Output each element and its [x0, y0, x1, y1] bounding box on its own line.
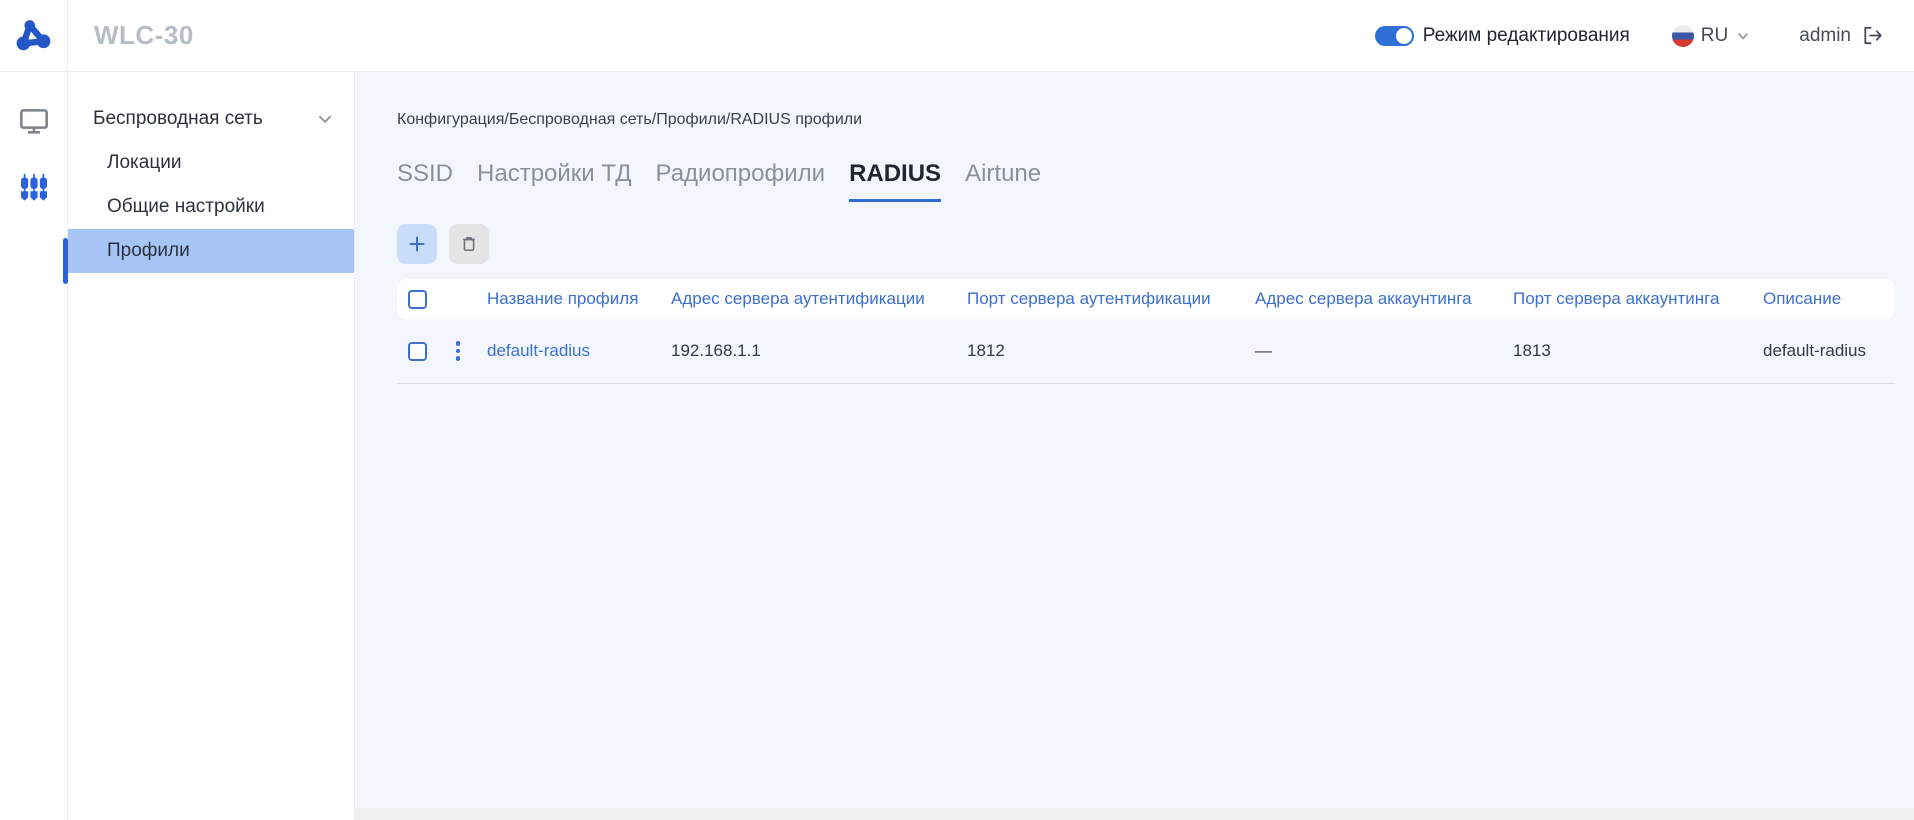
column-header-name: Название профиля	[487, 289, 671, 309]
app-title: WLC-30	[94, 20, 194, 51]
language-selector[interactable]: RU	[1672, 25, 1751, 47]
monitor-icon	[18, 105, 50, 137]
toggle-knob	[1394, 26, 1414, 46]
breadcrumb: Конфигурация/Беспроводная сеть/Профили/R…	[397, 111, 1895, 129]
topbar-right: Режим редактирования RU admin	[1375, 24, 1914, 47]
sidebar-item-label: Локации	[107, 152, 181, 174]
monitoring-nav-button[interactable]	[15, 102, 53, 140]
flag-ru-icon	[1672, 25, 1694, 47]
row-checkbox[interactable]	[408, 342, 427, 361]
tab-ssid[interactable]: SSID	[397, 160, 453, 202]
column-header-acct-port: Порт сервера аккаунтинга	[1513, 289, 1763, 309]
auth-port-cell: 1812	[967, 341, 1255, 361]
chevron-down-icon	[316, 110, 334, 128]
sidebar: Беспроводная сеть Локации Общие настройк…	[68, 72, 355, 820]
content-area: Конфигурация/Беспроводная сеть/Профили/R…	[355, 72, 1914, 808]
tab-radio-profiles[interactable]: Радиопрофили	[655, 160, 825, 202]
description-cell: default-radius	[1763, 341, 1895, 361]
sidebar-item-label: Общие настройки	[107, 196, 265, 218]
sidebar-section-wireless-network[interactable]: Беспроводная сеть	[68, 97, 354, 141]
active-section-indicator	[63, 238, 68, 284]
tab-bar: SSID Настройки ТД Радиопрофили RADIUS Ai…	[397, 160, 1895, 202]
sidebar-item-general-settings[interactable]: Общие настройки	[68, 185, 354, 229]
edit-mode-label: Режим редактирования	[1423, 25, 1630, 47]
tab-radius[interactable]: RADIUS	[849, 160, 941, 202]
auth-address-cell: 192.168.1.1	[671, 341, 967, 361]
sidebar-section-label: Беспроводная сеть	[93, 108, 263, 130]
sidebar-item-profiles[interactable]: Профили	[68, 229, 354, 273]
username: admin	[1799, 25, 1851, 47]
table-toolbar	[397, 224, 1895, 264]
icon-rail	[0, 72, 68, 820]
column-header-description: Описание	[1763, 289, 1895, 309]
table-header-row: Название профиля Адрес сервера аутентифи…	[397, 279, 1895, 319]
edit-mode-toggle[interactable]	[1375, 26, 1413, 46]
radius-profiles-table: Название профиля Адрес сервера аутентифи…	[397, 279, 1895, 384]
acct-address-cell: —	[1255, 341, 1513, 361]
acct-port-cell: 1813	[1513, 341, 1763, 361]
tab-airtune[interactable]: Airtune	[965, 160, 1041, 202]
column-header-acct-address: Адрес сервера аккаунтинга	[1255, 289, 1513, 309]
delete-profile-button[interactable]	[449, 224, 489, 264]
language-code: RU	[1701, 25, 1728, 47]
logo-molecule-icon	[15, 17, 53, 55]
add-profile-button[interactable]	[397, 224, 437, 264]
configuration-nav-button[interactable]	[15, 168, 53, 206]
plus-icon	[407, 234, 427, 254]
select-all-checkbox[interactable]	[408, 290, 427, 309]
sidebar-item-label: Профили	[107, 240, 190, 262]
column-header-auth-port: Порт сервера аутентификации	[967, 289, 1255, 309]
horizontal-scrollbar[interactable]	[355, 808, 1914, 820]
logout-icon[interactable]	[1861, 24, 1884, 47]
profile-name-link[interactable]: default-radius	[487, 341, 671, 361]
sliders-icon	[18, 171, 50, 203]
row-actions-kebab-icon[interactable]	[449, 337, 467, 365]
app-logo	[0, 0, 68, 72]
table-row: default-radius 192.168.1.1 1812 — 1813 d…	[397, 319, 1895, 384]
app-window: WLC-30 Режим редактирования RU admin	[0, 0, 1914, 820]
trash-icon	[459, 234, 479, 254]
sidebar-item-locations[interactable]: Локации	[68, 141, 354, 185]
edit-mode-group: Режим редактирования	[1375, 25, 1630, 47]
tab-ap-settings[interactable]: Настройки ТД	[477, 160, 631, 202]
column-header-auth-address: Адрес сервера аутентификации	[671, 289, 967, 309]
chevron-down-icon	[1735, 28, 1751, 44]
topbar: WLC-30 Режим редактирования RU admin	[0, 0, 1914, 72]
user-menu[interactable]: admin	[1799, 24, 1884, 47]
